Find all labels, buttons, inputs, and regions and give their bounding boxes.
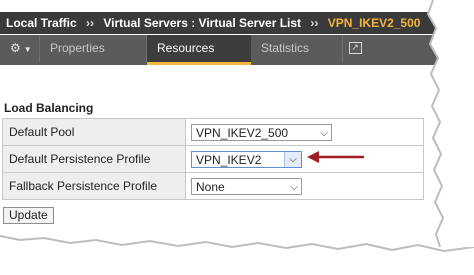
torn-paper-edge bbox=[0, 0, 474, 275]
screenshot-stage: Local Traffic ›› Virtual Servers : Virtu… bbox=[0, 0, 474, 275]
